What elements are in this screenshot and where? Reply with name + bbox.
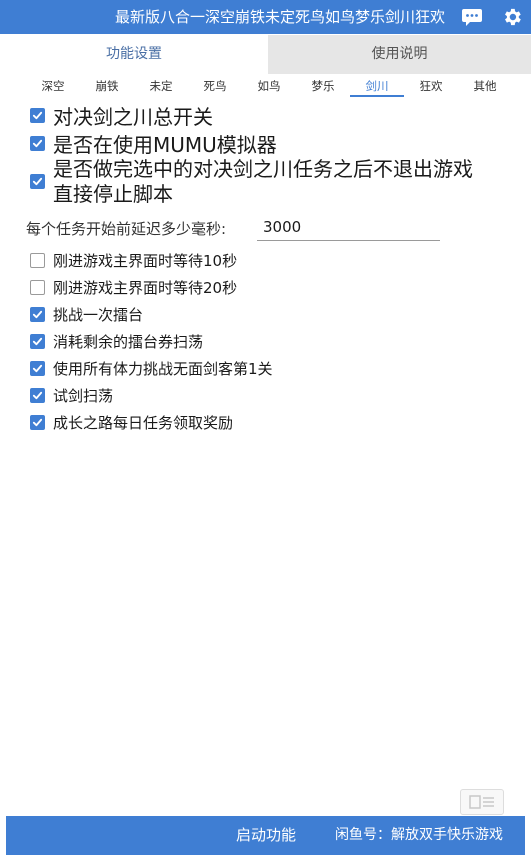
floating-widget[interactable] — [460, 789, 504, 815]
main-tabs: 功能设置 使用说明 — [0, 35, 531, 74]
option-faceless-swordsman[interactable]: 使用所有体力挑战无面剑客第1关 — [30, 358, 273, 379]
option-challenge-arena[interactable]: 挑战一次擂台 — [30, 304, 143, 325]
start-function-button[interactable]: 启动功能 — [236, 816, 296, 855]
option-mumu-emulator[interactable]: 是否在使用MUMU模拟器 — [30, 129, 277, 158]
checkbox[interactable] — [30, 253, 45, 268]
subtab-bengtie[interactable]: 崩铁 — [80, 77, 134, 97]
checkmark-icon — [32, 418, 43, 427]
xianyu-account-label: 闲鱼号：解放双手快乐游戏 — [335, 827, 503, 843]
subtab-siniao[interactable]: 死鸟 — [188, 77, 242, 97]
delay-label: 每个任务开始前延迟多少毫秒: — [26, 219, 227, 238]
option-label: 成长之路每日任务领取奖励 — [53, 414, 234, 432]
tab-function-settings[interactable]: 功能设置 — [0, 35, 268, 74]
checkbox[interactable] — [30, 334, 45, 349]
checkmark-icon — [32, 310, 43, 319]
option-master-switch[interactable]: 对决剑之川总开关 — [30, 101, 213, 130]
checkmark-icon — [32, 364, 43, 373]
widget-icon — [469, 795, 494, 809]
option-wait-10s[interactable]: 刚进游戏主界面时等待10秒 — [30, 250, 237, 271]
subtab-runiao[interactable]: 如鸟 — [242, 77, 296, 97]
option-label: 对决剑之川总开关 — [53, 105, 213, 129]
checkmark-icon — [32, 177, 43, 186]
option-label: 试剑扫荡 — [53, 387, 114, 405]
subtab-other[interactable]: 其他 — [458, 77, 512, 97]
option-label: 使用所有体力挑战无面剑客第1关 — [53, 360, 273, 378]
option-label: 消耗剩余的擂台券扫荡 — [53, 333, 204, 351]
checkbox[interactable] — [30, 108, 45, 123]
title-bar: 最新版八合一深空崩铁未定死鸟如鸟梦乐剑川狂欢 — [0, 0, 531, 34]
checkbox[interactable] — [30, 361, 45, 376]
settings-button[interactable] — [495, 3, 529, 31]
option-label: 是否在使用MUMU模拟器 — [53, 133, 277, 157]
checkbox[interactable] — [30, 136, 45, 151]
option-trial-sweep[interactable]: 试剑扫荡 — [30, 385, 113, 406]
checkbox[interactable] — [30, 307, 45, 322]
checkmark-icon — [32, 337, 43, 346]
checkmark-icon — [32, 111, 43, 120]
checkmark-icon — [32, 139, 43, 148]
checkbox[interactable] — [30, 415, 45, 430]
option-sweep-arena-tickets[interactable]: 消耗剩余的擂台券扫荡 — [30, 331, 203, 352]
option-label-line2: 直接停止脚本 — [53, 182, 173, 206]
subtab-weiding[interactable]: 未定 — [134, 77, 188, 97]
option-label: 刚进游戏主界面时等待20秒 — [53, 279, 238, 297]
bottom-bar: 启动功能 闲鱼号：解放双手快乐游戏 — [6, 816, 525, 855]
option-label: 挑战一次擂台 — [53, 306, 144, 324]
subtab-mengle[interactable]: 梦乐 — [296, 77, 350, 97]
chat-bubble-icon — [462, 9, 482, 26]
subtab-kuanghuan[interactable]: 狂欢 — [404, 77, 458, 97]
gear-icon — [505, 8, 521, 26]
checkbox[interactable] — [30, 174, 45, 189]
option-label: 是否做完选中的对决剑之川任务之后不退出游戏 — [53, 157, 473, 181]
option-stop-script[interactable]: 是否做完选中的对决剑之川任务之后不退出游戏 直接停止脚本 — [30, 157, 473, 207]
chat-button[interactable] — [455, 3, 489, 31]
option-wait-20s[interactable]: 刚进游戏主界面时等待20秒 — [30, 277, 237, 298]
option-growth-rewards[interactable]: 成长之路每日任务领取奖励 — [30, 412, 233, 433]
checkbox[interactable] — [30, 388, 45, 403]
delay-row: 每个任务开始前延迟多少毫秒: — [26, 215, 226, 241]
checkmark-icon — [32, 391, 43, 400]
subtab-shenkong[interactable]: 深空 — [26, 77, 80, 97]
subtab-jianchuan[interactable]: 剑川 — [350, 77, 404, 97]
option-label: 刚进游戏主界面时等待10秒 — [53, 252, 238, 270]
app-title: 最新版八合一深空崩铁未定死鸟如鸟梦乐剑川狂欢 — [114, 8, 445, 26]
tab-instructions[interactable]: 使用说明 — [268, 35, 531, 74]
checkbox[interactable] — [30, 280, 45, 295]
delay-ms-input[interactable] — [257, 214, 440, 241]
game-subtabs: 深空 崩铁 未定 死鸟 如鸟 梦乐 剑川 狂欢 其他 — [26, 77, 512, 99]
